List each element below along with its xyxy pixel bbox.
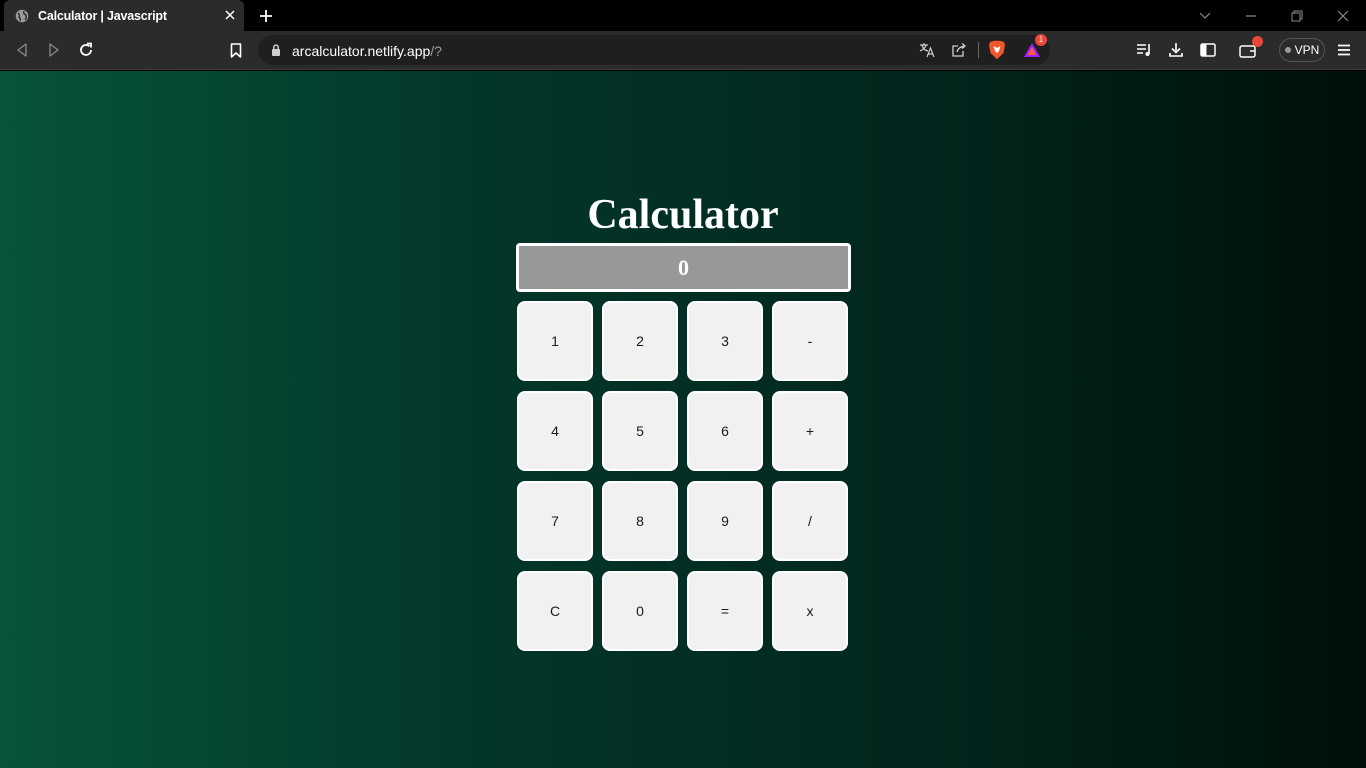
vpn-label: VPN: [1294, 43, 1320, 57]
key-4-button[interactable]: 4: [517, 391, 593, 471]
calculator-display: 0: [516, 243, 851, 292]
tab-strip: Calculator | Javascript: [0, 0, 1366, 31]
key-2-button[interactable]: 2: [602, 301, 678, 381]
key-5-button[interactable]: 5: [602, 391, 678, 471]
subtract-button[interactable]: -: [772, 301, 848, 381]
playlist-icon[interactable]: [1134, 40, 1154, 60]
wallet-icon[interactable]: [1238, 36, 1263, 60]
key-9-button[interactable]: 9: [687, 481, 763, 561]
wallet-notification-dot: [1252, 36, 1263, 47]
globe-icon: [15, 9, 29, 23]
key-1-button[interactable]: 1: [517, 301, 593, 381]
omnibox-divider: [978, 42, 979, 58]
sidebar-icon[interactable]: [1198, 40, 1218, 60]
browser-toolbar: arcalculator.netlify.app/? 1 VPN: [0, 31, 1366, 70]
clear-button[interactable]: C: [517, 571, 593, 651]
translate-icon[interactable]: [917, 40, 937, 60]
tab-search-chevron-icon[interactable]: [1195, 6, 1215, 26]
key-3-button[interactable]: 3: [687, 301, 763, 381]
download-icon[interactable]: [1166, 40, 1186, 60]
keypad: 1 2 3 - 4 5 6 + 7 8 9 / C 0 = x: [517, 301, 852, 651]
key-7-button[interactable]: 7: [517, 481, 593, 561]
close-tab-icon[interactable]: [222, 7, 238, 23]
browser-tab[interactable]: Calculator | Javascript: [4, 0, 244, 31]
brave-rewards-icon[interactable]: 1: [1022, 34, 1047, 60]
equals-button[interactable]: =: [687, 571, 763, 651]
add-button[interactable]: +: [772, 391, 848, 471]
rewards-badge: 1: [1035, 34, 1047, 46]
restore-icon[interactable]: [1287, 6, 1307, 26]
url-path: /?: [430, 43, 442, 59]
key-6-button[interactable]: 6: [687, 391, 763, 471]
url-host: arcalculator.netlify.app: [292, 43, 431, 59]
vpn-button[interactable]: VPN: [1279, 38, 1325, 62]
menu-icon[interactable]: [1334, 40, 1354, 60]
bookmark-icon[interactable]: [226, 40, 246, 60]
forward-icon[interactable]: [44, 40, 64, 60]
divide-button[interactable]: /: [772, 481, 848, 561]
key-8-button[interactable]: 8: [602, 481, 678, 561]
page-title: Calculator: [587, 192, 779, 238]
back-icon[interactable]: [12, 40, 32, 60]
close-window-icon[interactable]: [1333, 6, 1353, 26]
lock-icon[interactable]: [269, 43, 283, 57]
calculator-page: Calculator 0 1 2 3 - 4 5 6 + 7 8 9 / C 0…: [0, 71, 1366, 768]
brave-shields-icon[interactable]: [987, 40, 1007, 60]
minimize-icon[interactable]: [1241, 6, 1261, 26]
multiply-button[interactable]: x: [772, 571, 848, 651]
reload-icon[interactable]: [76, 40, 96, 60]
vpn-status-dot: [1284, 47, 1291, 53]
address-bar[interactable]: arcalculator.netlify.app/? 1: [258, 34, 1050, 65]
url-text: arcalculator.netlify.app/?: [292, 43, 442, 59]
tab-title: Calculator | Javascript: [38, 8, 167, 23]
share-icon[interactable]: [949, 40, 969, 60]
new-tab-icon[interactable]: [256, 6, 276, 26]
key-0-button[interactable]: 0: [602, 571, 678, 651]
